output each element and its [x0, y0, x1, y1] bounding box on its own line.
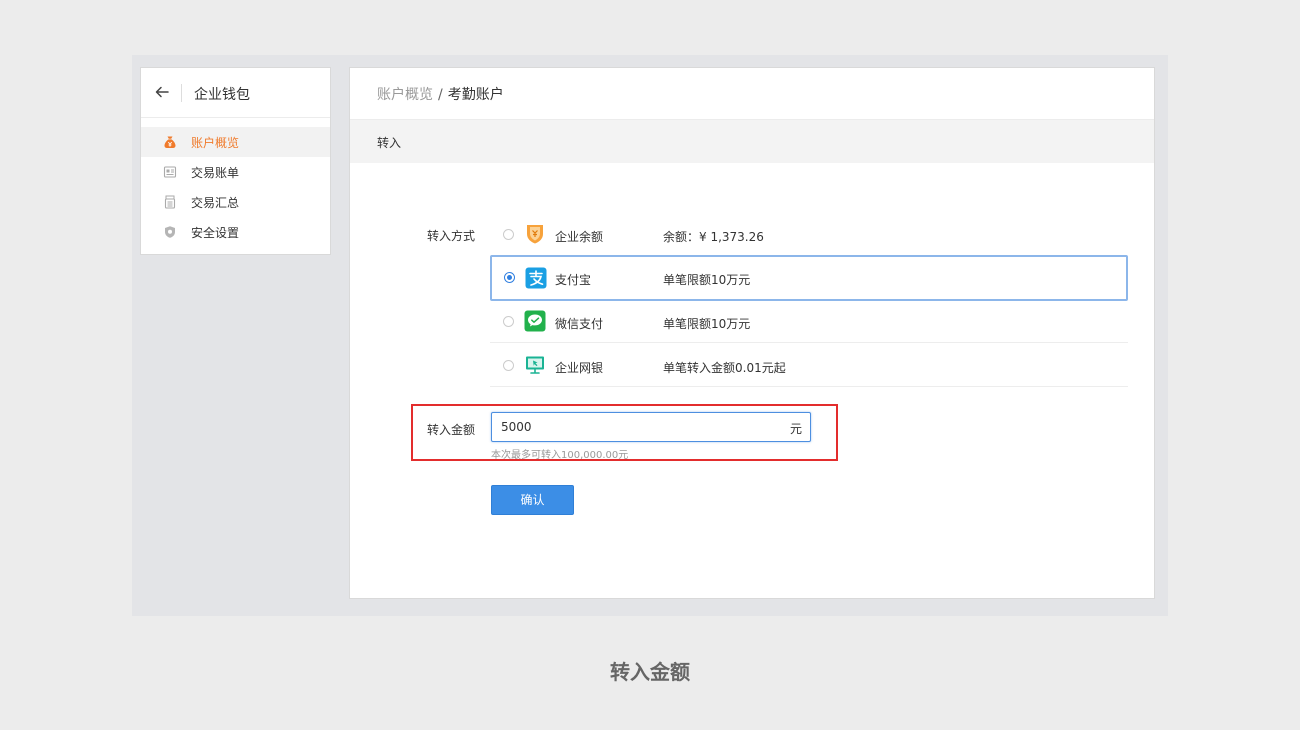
amount-hint: 本次最多可转入100,000.00元 — [491, 450, 629, 461]
sidebar-item-transaction-bill[interactable]: 交易账单 — [141, 157, 330, 187]
breadcrumb-parent-link[interactable]: 账户概览 — [377, 87, 433, 103]
method-option-online-banking[interactable]: 企业网银 单笔转入金额0.01元起 — [490, 344, 1128, 387]
method-label: 转入方式 — [427, 229, 476, 243]
option-divider — [490, 386, 1128, 387]
confirm-button[interactable]: 确认 — [491, 485, 574, 515]
radio-wechat-pay[interactable] — [503, 316, 514, 327]
amount-label: 转入金额 — [427, 423, 476, 437]
sidebar-item-label: 交易账单 — [191, 165, 240, 180]
method-name: 企业网银 — [555, 361, 604, 375]
amount-unit: 元 — [789, 422, 802, 436]
shield-icon — [163, 225, 177, 239]
sidebar-item-label: 安全设置 — [191, 225, 240, 240]
radio-enterprise-balance[interactable] — [503, 229, 514, 240]
method-desc: 余额：¥ 1,373.26 — [663, 230, 764, 244]
method-desc: 单笔限额10万元 — [663, 273, 751, 287]
sidebar-menu: 账户概览 交易账单 交易汇总 安全设置 — [141, 127, 330, 247]
money-bag-icon — [163, 135, 177, 149]
breadcrumb-separator: / — [438, 87, 443, 103]
header-divider — [181, 84, 182, 102]
amount-field[interactable]: 元 — [491, 412, 811, 442]
alipay-icon — [525, 267, 547, 289]
main-panel: 账户概览 / 考勤账户 转入 转入方式 企业余额 余额：¥ 1,373.26 支付宝… — [349, 67, 1155, 599]
breadcrumb-current: 考勤账户 — [447, 87, 504, 103]
caption: 转入金额 — [610, 660, 690, 684]
sidebar: 企业钱包 账户概览 交易账单 交易汇总 安全设置 — [140, 67, 331, 255]
sidebar-header: 企业钱包 — [141, 68, 330, 118]
sidebar-title: 企业钱包 — [194, 87, 250, 103]
online-banking-icon — [524, 354, 546, 376]
method-name: 企业余额 — [555, 230, 604, 244]
sidebar-item-transaction-summary[interactable]: 交易汇总 — [141, 187, 330, 217]
method-name: 微信支付 — [555, 317, 604, 331]
section-title: 转入 — [377, 136, 402, 150]
back-button[interactable] — [151, 80, 173, 104]
summary-icon — [163, 195, 177, 209]
radio-online-banking[interactable] — [503, 360, 514, 371]
sidebar-item-label: 交易汇总 — [191, 195, 240, 210]
method-option-enterprise-balance[interactable]: 企业余额 余额：¥ 1,373.26 — [490, 213, 1128, 256]
sidebar-item-security-settings[interactable]: 安全设置 — [141, 217, 330, 247]
arrow-left-icon — [155, 86, 169, 98]
method-option-wechat-pay[interactable]: 微信支付 单笔限额10万元 — [490, 300, 1128, 343]
enterprise-balance-icon — [524, 223, 546, 245]
radio-alipay[interactable] — [504, 272, 515, 283]
method-desc: 单笔限额10万元 — [663, 317, 751, 331]
wechat-pay-icon — [524, 310, 546, 332]
bill-icon — [163, 165, 177, 179]
sidebar-item-account-overview[interactable]: 账户概览 — [141, 127, 330, 157]
section-header: 转入 — [350, 119, 1154, 163]
amount-input[interactable] — [501, 419, 771, 435]
option-divider — [490, 342, 1128, 343]
sidebar-item-label: 账户概览 — [191, 135, 240, 150]
method-name: 支付宝 — [555, 273, 592, 287]
method-desc: 单笔转入金额0.01元起 — [663, 361, 786, 375]
breadcrumb: 账户概览 / 考勤账户 — [377, 84, 504, 104]
method-option-alipay[interactable]: 支付宝 单笔限额10万元 — [490, 255, 1128, 301]
